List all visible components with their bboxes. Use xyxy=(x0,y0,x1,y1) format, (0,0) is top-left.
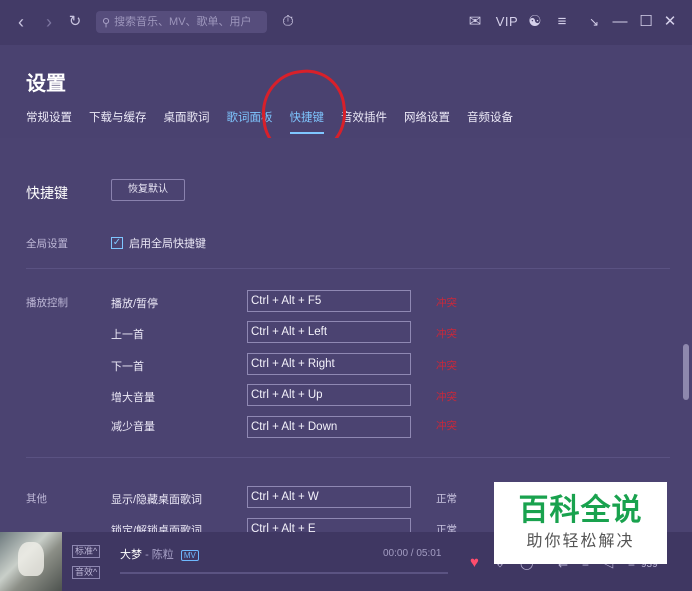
shortcut-status: 正常 xyxy=(436,493,457,505)
music-recognize-icon[interactable]: ⏱ xyxy=(279,12,297,32)
chevron-left-icon[interactable]: ‹ xyxy=(12,12,30,32)
mv-badge[interactable]: MV xyxy=(180,550,199,561)
mini-mode-icon[interactable]: ↘ xyxy=(586,12,602,32)
section-title: 快捷键 xyxy=(26,185,68,201)
shortcut-input-toggle-desktop-lyrics[interactable]: Ctrl + Alt + W xyxy=(247,486,411,508)
shortcut-input-volume-down[interactable]: Ctrl + Alt + Down xyxy=(247,416,411,438)
divider xyxy=(26,457,670,458)
progress-bar[interactable] xyxy=(120,572,448,574)
tab-download-cache[interactable]: 下载与缓存 xyxy=(89,109,147,125)
shortcut-status: 冲突 xyxy=(436,360,457,372)
quality-selector[interactable]: 标准^ xyxy=(72,545,101,558)
tab-audio-plugins[interactable]: 音效插件 xyxy=(341,109,387,125)
tab-desktop-lyrics[interactable]: 桌面歌词 xyxy=(164,109,210,125)
page-title: 设置 xyxy=(26,73,66,95)
mail-icon[interactable]: ✉ xyxy=(466,12,484,32)
shortcut-input-lock-desktop-lyrics[interactable]: Ctrl + Alt + E xyxy=(247,518,411,532)
shortcut-status: 冲突 xyxy=(436,328,457,340)
shortcut-name: 上一首 xyxy=(111,329,144,341)
reset-default-button[interactable]: 恢复默认 xyxy=(111,179,185,201)
vip-button[interactable]: VIP xyxy=(495,12,519,32)
shortcut-status: 冲突 xyxy=(436,297,457,309)
watermark-title: 百科全说 xyxy=(518,494,643,527)
watermark-subtitle: 助你轻松解决 xyxy=(526,533,635,550)
tab-shortcuts[interactable]: 快捷键 xyxy=(289,109,324,134)
other-label: 其他 xyxy=(26,493,47,505)
heart-icon[interactable]: ♥ xyxy=(470,554,479,571)
album-cover[interactable] xyxy=(0,532,62,591)
checkbox-label: 启用全局快捷键 xyxy=(129,238,206,250)
divider xyxy=(26,268,670,269)
chevron-right-icon[interactable]: › xyxy=(40,12,58,32)
minimize-icon[interactable]: — xyxy=(612,12,628,32)
shortcut-name: 减少音量 xyxy=(111,421,155,433)
search-icon: ⚲ xyxy=(102,16,111,29)
settings-tabs: 常规设置 下载与缓存 桌面歌词 歌词面板 快捷键 音效插件 网络设置 音频设备 xyxy=(26,109,530,134)
shortcut-name: 播放/暂停 xyxy=(111,298,159,310)
close-icon[interactable]: ✕ xyxy=(662,12,678,32)
shortcut-name: 下一首 xyxy=(111,361,144,373)
shortcut-input-previous[interactable]: Ctrl + Alt + Left xyxy=(247,321,411,343)
enable-global-shortcuts-checkbox[interactable]: ✓ 启用全局快捷键 xyxy=(111,235,206,251)
shortcut-status: 冲突 xyxy=(436,420,457,432)
title-bar: ‹ › ↻ ⚲ ⏱ ✉ VIP ☯ ≡ ↘ — ☐ ✕ xyxy=(0,0,692,45)
global-settings-label: 全局设置 xyxy=(26,238,68,250)
song-title[interactable]: 大梦 xyxy=(120,549,142,561)
tab-general[interactable]: 常规设置 xyxy=(26,109,72,125)
maximize-icon[interactable]: ☐ xyxy=(638,12,654,32)
now-playing: 大梦 - 陈粒 MV xyxy=(120,546,199,562)
tab-audio-device[interactable]: 音频设备 xyxy=(467,109,513,125)
search-input[interactable] xyxy=(114,16,255,28)
search-box[interactable]: ⚲ xyxy=(96,11,267,33)
shortcut-name: 显示/隐藏桌面歌词 xyxy=(111,494,203,506)
tab-network[interactable]: 网络设置 xyxy=(404,109,450,125)
sound-effect-button[interactable]: 音效^ xyxy=(72,566,101,579)
shortcut-status: 冲突 xyxy=(436,391,457,403)
shortcut-status: 正常 xyxy=(436,524,457,532)
shortcut-input-volume-up[interactable]: Ctrl + Alt + Up xyxy=(247,384,411,406)
checkmark-icon: ✓ xyxy=(111,237,123,249)
shirt-icon[interactable]: ☯ xyxy=(526,12,544,32)
playback-control-label: 播放控制 xyxy=(26,297,68,309)
menu-icon[interactable]: ≡ xyxy=(554,12,570,32)
shortcut-name: 增大音量 xyxy=(111,392,155,404)
artist-name[interactable]: 陈粒 xyxy=(152,549,174,561)
play-time: 00:00 / 05:01 xyxy=(383,548,442,559)
shortcut-input-play-pause[interactable]: Ctrl + Alt + F5 xyxy=(247,290,411,312)
shortcut-input-next[interactable]: Ctrl + Alt + Right xyxy=(247,353,411,375)
baike-watermark: 百科全说 助你轻松解决 xyxy=(494,482,667,564)
refresh-icon[interactable]: ↻ xyxy=(66,12,84,32)
tab-lyrics-panel[interactable]: 歌词面板 xyxy=(227,109,273,125)
shortcut-name: 锁定/解锁桌面歌词 xyxy=(111,525,203,532)
scrollbar-thumb[interactable] xyxy=(683,344,689,400)
